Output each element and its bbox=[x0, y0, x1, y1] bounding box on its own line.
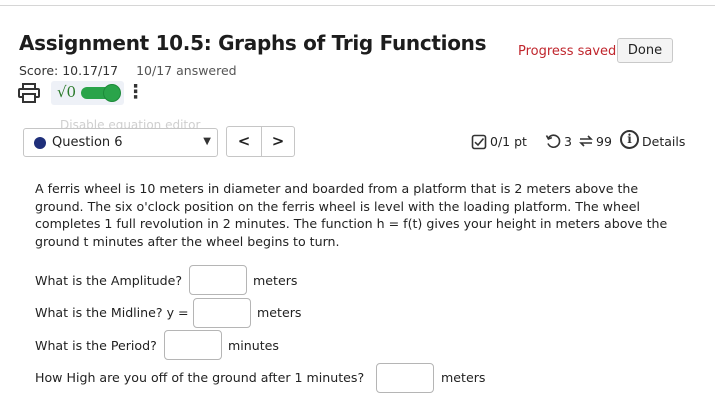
score-label: Score: 10.17/17 bbox=[19, 63, 119, 78]
period-input[interactable] bbox=[164, 330, 222, 360]
height-input[interactable] bbox=[376, 363, 434, 393]
details-link[interactable]: Details bbox=[642, 134, 685, 149]
progress-status: Progress saved bbox=[518, 44, 617, 59]
toggle-knob bbox=[103, 84, 121, 102]
height-unit: meters bbox=[441, 370, 486, 385]
problem-text: A ferris wheel is 10 meters in diameter … bbox=[35, 181, 668, 249]
top-divider bbox=[0, 5, 715, 6]
midline-unit: meters bbox=[257, 305, 302, 320]
previous-question-button[interactable]: < bbox=[227, 127, 262, 156]
answered-label: 10/17 answered bbox=[136, 63, 237, 78]
period-unit: minutes bbox=[228, 338, 279, 353]
info-icon[interactable]: i bbox=[620, 130, 639, 149]
printer-icon[interactable] bbox=[18, 83, 40, 103]
midline-input[interactable] bbox=[193, 298, 251, 328]
page-title: Assignment 10.5: Graphs of Trig Function… bbox=[19, 31, 487, 55]
equation-editor-toggle[interactable]: √0 bbox=[51, 81, 124, 105]
submissions-count: 99 bbox=[596, 134, 612, 149]
sqrt-icon: √0 bbox=[57, 83, 77, 101]
question-status-dot bbox=[34, 137, 46, 149]
retry-icon bbox=[545, 134, 561, 148]
score-line: Score: 10.17/17 10/17 answered bbox=[19, 63, 237, 78]
question-select[interactable]: Question 6 ▼ bbox=[23, 128, 218, 157]
next-question-button[interactable]: > bbox=[261, 127, 295, 156]
submissions-icon bbox=[579, 135, 593, 147]
retries-count: 3 bbox=[564, 134, 572, 149]
points-label: 0/1 pt bbox=[490, 134, 527, 149]
checkbox-icon bbox=[471, 134, 487, 150]
question-nav: < > bbox=[226, 126, 295, 157]
height-prompt: How High are you off of the ground after… bbox=[35, 370, 365, 385]
amplitude-input[interactable] bbox=[189, 265, 247, 295]
amplitude-prompt: What is the Amplitude? bbox=[35, 273, 183, 288]
chevron-down-icon: ▼ bbox=[203, 136, 211, 147]
midline-prompt: What is the Midline? y = bbox=[35, 305, 189, 320]
question-select-label: Question 6 bbox=[52, 135, 123, 150]
amplitude-unit: meters bbox=[253, 273, 298, 288]
period-prompt: What is the Period? bbox=[35, 338, 157, 353]
done-button[interactable]: Done bbox=[617, 38, 673, 63]
more-options-icon[interactable]: ⋮ bbox=[126, 81, 145, 105]
